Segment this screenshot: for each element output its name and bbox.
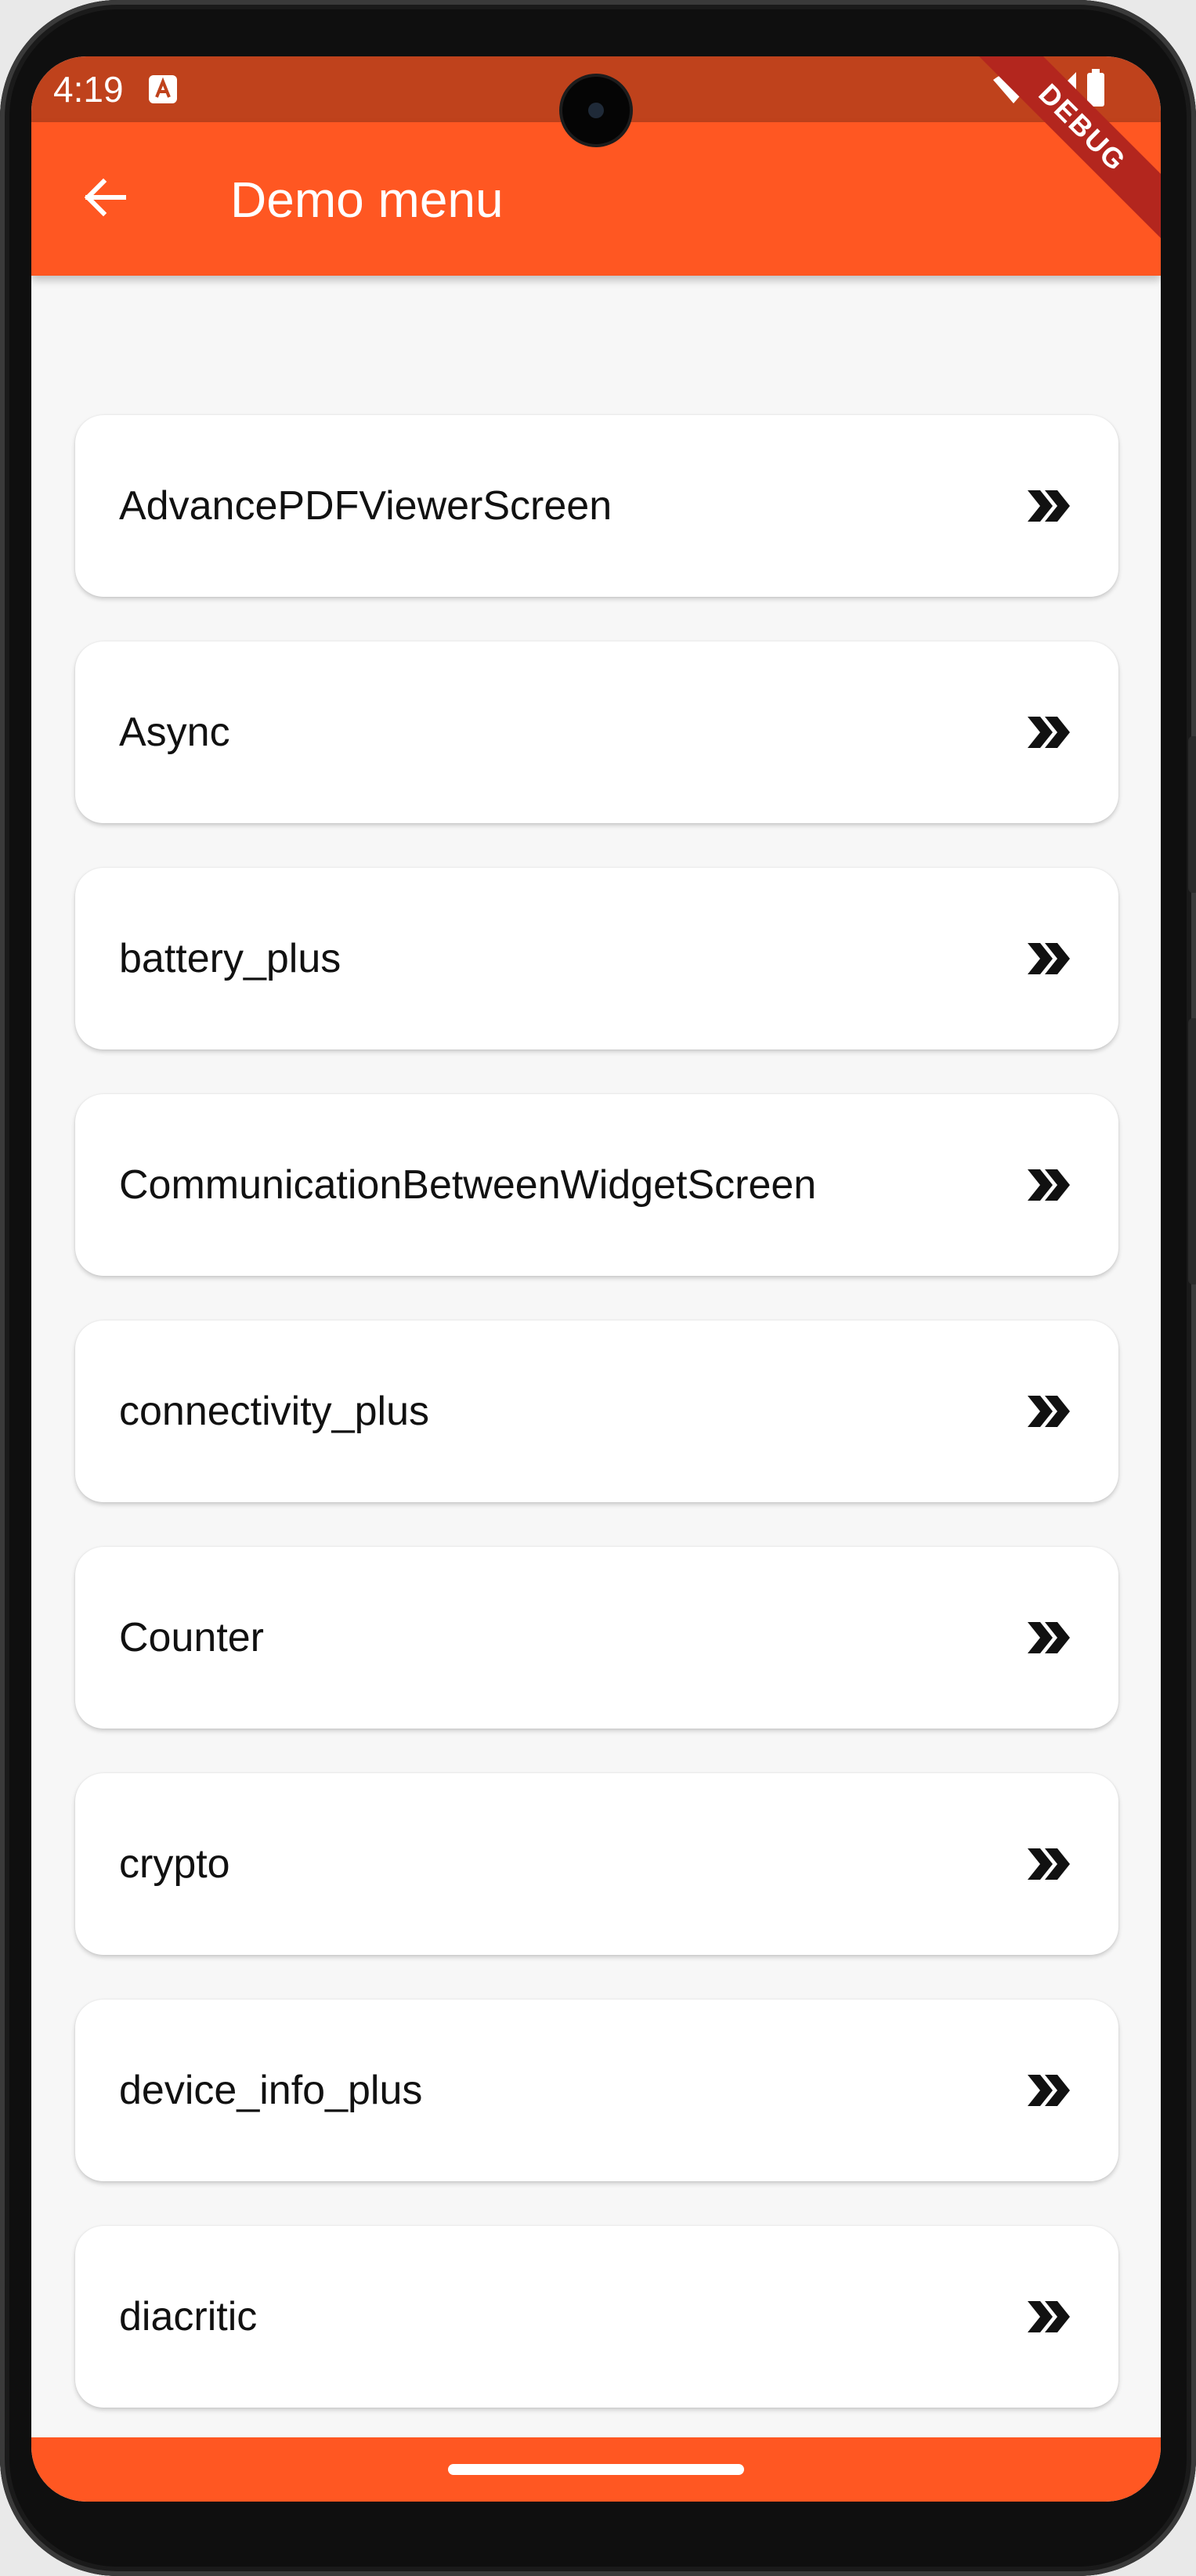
menu-item-label: diacritic [119, 2294, 258, 2339]
front-camera [562, 77, 630, 144]
double-chevron-right-icon [1028, 1848, 1070, 1880]
double-chevron-right-icon [1028, 1622, 1070, 1653]
double-chevron-right-icon [1028, 2301, 1070, 2332]
double-chevron-right-icon [1028, 2075, 1070, 2106]
menu-item-label: AdvancePDFViewerScreen [119, 483, 612, 529]
menu-item-label: connectivity_plus [119, 1389, 429, 1434]
menu-item-label: Async [119, 710, 230, 755]
menu-item-async[interactable]: Async [75, 641, 1118, 823]
menu-item-label: CommunicationBetweenWidgetScreen [119, 1162, 817, 1208]
menu-item-label: device_info_plus [119, 2068, 423, 2113]
double-chevron-right-icon [1028, 717, 1070, 748]
menu-item-label: crypto [119, 1841, 230, 1887]
page-title: Demo menu [230, 172, 504, 228]
menu-item-connectivity-plus[interactable]: connectivity_plus [75, 1321, 1118, 1502]
menu-item-device-info-plus[interactable]: device_info_plus [75, 2000, 1118, 2181]
menu-item-label: battery_plus [119, 936, 341, 981]
menu-item-diacritic[interactable]: diacritic [75, 2226, 1118, 2408]
status-time: 4:19 [53, 69, 124, 110]
menu-item-counter[interactable]: Counter [75, 1547, 1118, 1729]
menu-item-advance-pdf-viewer[interactable]: AdvancePDFViewerScreen [75, 415, 1118, 597]
a-notification-icon [149, 75, 177, 103]
app-bar: Demo menu [31, 122, 1161, 276]
menu-list[interactable]: AdvancePDFViewerScreen Async battery_plu… [31, 276, 1161, 2492]
power-button [1188, 736, 1196, 893]
screen: 4:19 Demo menu DEBUG AdvancePDFViewerScr… [31, 56, 1161, 2502]
double-chevron-right-icon [1028, 1169, 1070, 1201]
double-chevron-right-icon [1028, 943, 1070, 974]
system-navigation-bar [31, 2437, 1161, 2502]
volume-button [1188, 1018, 1196, 1284]
home-indicator[interactable] [448, 2464, 744, 2475]
double-chevron-right-icon [1028, 490, 1070, 522]
menu-item-label: Counter [119, 1615, 264, 1660]
camera-lens [588, 103, 604, 118]
arrow-back-icon [81, 174, 128, 225]
phone-frame: 4:19 Demo menu DEBUG AdvancePDFViewerScr… [0, 0, 1196, 2576]
menu-item-battery-plus[interactable]: battery_plus [75, 868, 1118, 1050]
double-chevron-right-icon [1028, 1396, 1070, 1427]
menu-item-communication-between-widget[interactable]: CommunicationBetweenWidgetScreen [75, 1094, 1118, 1276]
menu-item-crypto[interactable]: crypto [75, 1773, 1118, 1955]
back-button[interactable] [74, 168, 136, 230]
